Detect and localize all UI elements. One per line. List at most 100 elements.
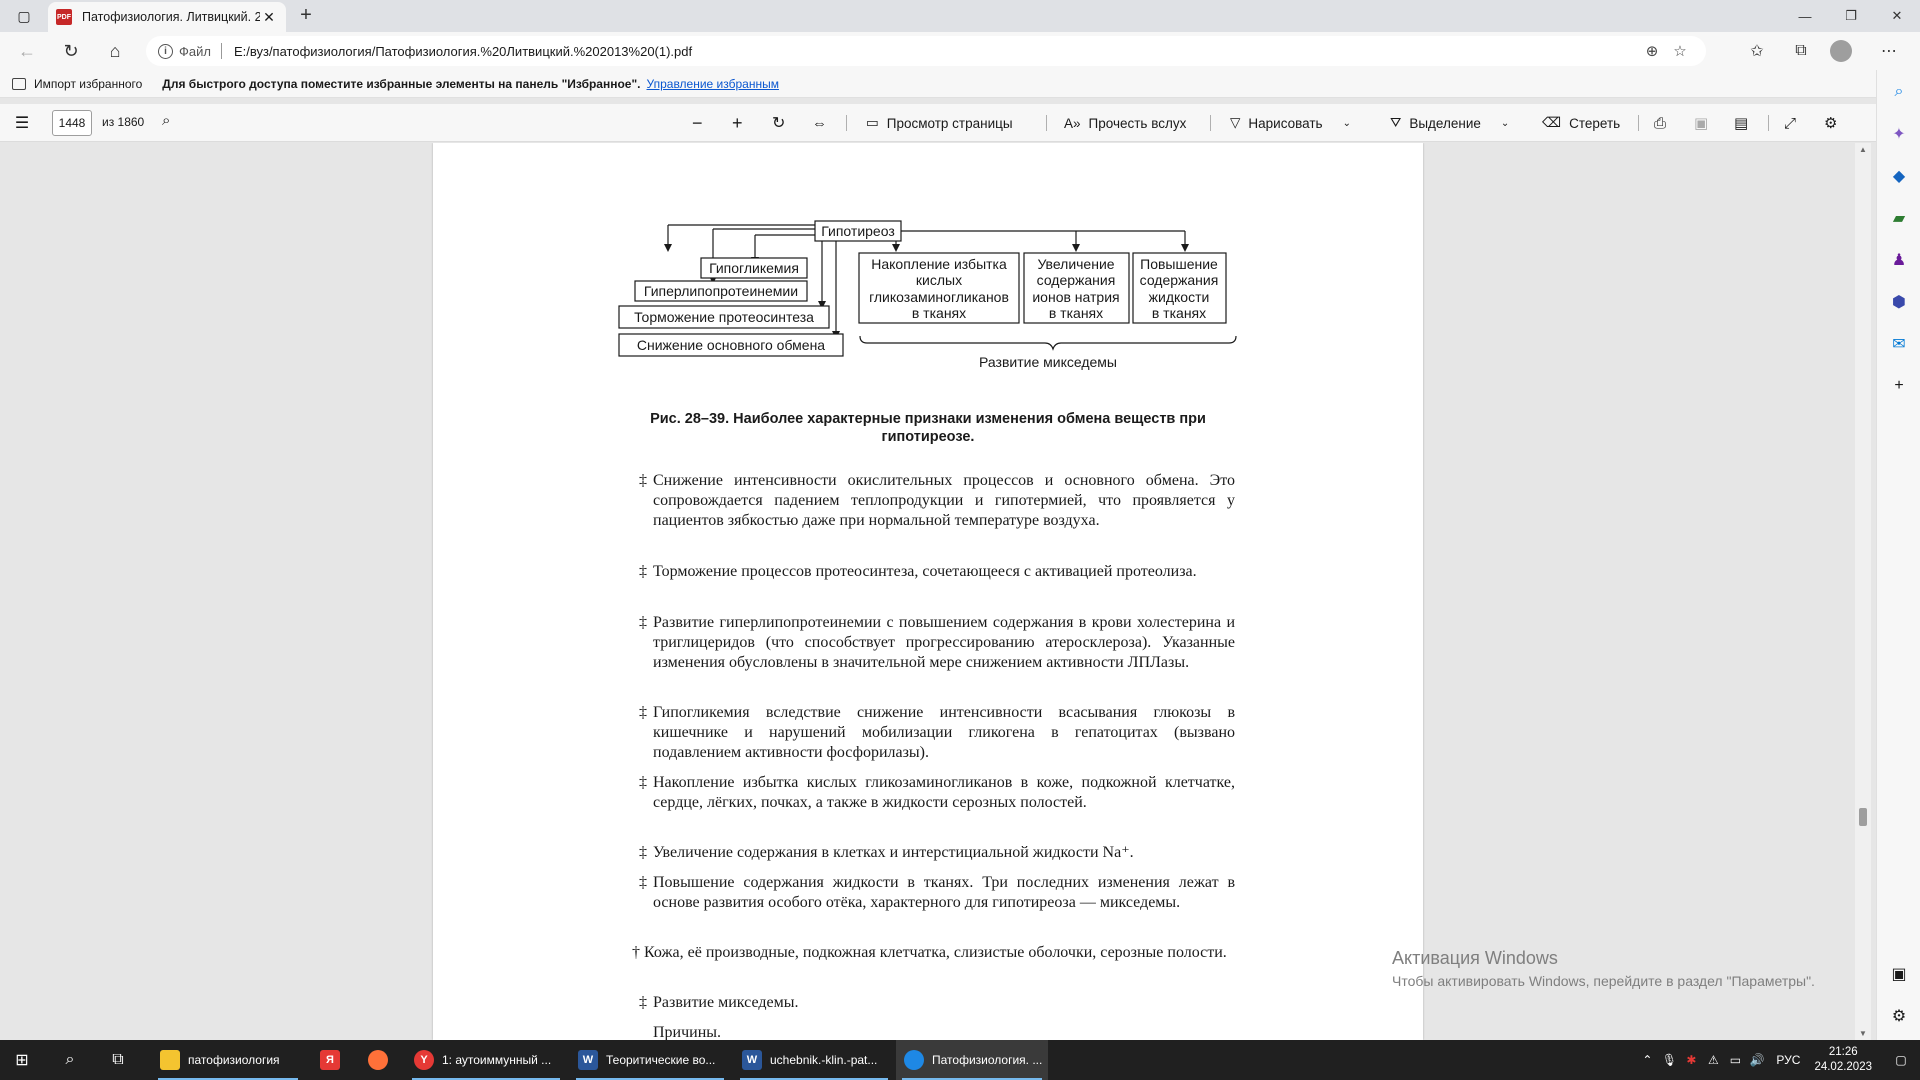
list-item: ‡ Увеличение содержания в клетках и интер…	[639, 844, 1134, 861]
info-icon[interactable]: i	[158, 43, 173, 59]
taskbar-clock[interactable]: 21:26 24.02.2023	[1814, 1045, 1872, 1075]
copilot-icon[interactable]: ✦	[1887, 122, 1911, 146]
diagram-brace-label: Развитие микседемы	[979, 354, 1117, 370]
zoom-out-icon[interactable]: −	[692, 110, 703, 136]
taskbar-app-explorer[interactable]: патофизиология	[152, 1040, 304, 1080]
antivirus-icon[interactable]: ✱	[1680, 1053, 1702, 1067]
import-favorites-link[interactable]: Импорт избранного	[34, 77, 142, 91]
page-number-input[interactable]: 1448	[52, 110, 92, 136]
tab-close-icon[interactable]: ✕	[260, 9, 278, 26]
more-menu-icon[interactable]: ⋯	[1874, 37, 1904, 65]
taskbar-app-edge[interactable]: Патофизиология. ...	[896, 1040, 1048, 1080]
microphone-icon[interactable]: 🎙	[1658, 1053, 1680, 1067]
scroll-down-icon[interactable]: ▼	[1859, 1029, 1867, 1038]
draw-icon: ▽	[1230, 115, 1241, 130]
profile-avatar[interactable]	[1830, 40, 1852, 62]
search-icon[interactable]: ⌕	[1887, 80, 1911, 104]
new-tab-button[interactable]: +	[292, 4, 320, 28]
caption-line: Рис. 28–39. Наиболее характерные признак…	[650, 411, 1206, 427]
network-warning-icon[interactable]: ⚠	[1702, 1053, 1724, 1067]
rotate-icon[interactable]: ↻	[772, 110, 785, 136]
taskbar-app-word-2[interactable]: W uchebnik.-klin.-pat...	[734, 1040, 894, 1080]
minimize-icon[interactable]: —	[1782, 0, 1828, 32]
read-aloud-icon: A»	[1064, 115, 1081, 131]
settings-gear-icon[interactable]: ⚙	[1824, 110, 1837, 136]
yandex-icon: Y	[414, 1050, 434, 1070]
scroll-up-icon[interactable]: ▲	[1859, 145, 1867, 154]
chevron-down-icon[interactable]: ⌄	[1501, 118, 1509, 129]
page-view-button[interactable]: ▭ Просмотр страницы	[866, 110, 1013, 136]
list-item: ‡ Повышение содержания жидкости в тканях.…	[639, 874, 1235, 911]
url-omnibox[interactable]: i Файл E:/вуз/патофизиология/Патофизиоло…	[146, 36, 1706, 66]
display-icon[interactable]: ▭	[1724, 1053, 1746, 1067]
collections-icon[interactable]: ⧉	[1786, 37, 1816, 65]
taskbar-app-firefox[interactable]	[360, 1040, 400, 1080]
diagram-left-item: Снижение основного обмена	[637, 337, 825, 353]
save-as-icon[interactable]: ▤	[1734, 110, 1748, 136]
back-arrow-icon[interactable]: ←	[12, 37, 42, 65]
tab-active[interactable]: PDF Патофизиология. Литвицкий. 2013 (1).…	[48, 2, 286, 32]
manage-favorites-link[interactable]: Управление избранным	[647, 77, 779, 91]
input-language[interactable]: РУС	[1776, 1053, 1800, 1067]
fullscreen-icon[interactable]: ⤢	[1784, 110, 1796, 136]
zoom-icon[interactable]: ⊕	[1638, 42, 1666, 60]
sidebar-settings-icon[interactable]: ⚙	[1887, 1004, 1911, 1028]
taskbar-app-word-1[interactable]: W Теоритические во...	[570, 1040, 730, 1080]
table-of-contents-icon[interactable]: ☰	[12, 113, 32, 133]
favorites-icon[interactable]: ✩	[1742, 37, 1772, 65]
pdf-viewer: Гипотиреоз Гипогликемия Гиперлипопротеин…	[0, 143, 1876, 1040]
print-icon[interactable]: ⎙	[1654, 110, 1666, 136]
save-icon[interactable]: ▣	[1694, 110, 1708, 136]
read-aloud-button[interactable]: A» Прочесть вслух	[1064, 110, 1186, 136]
caption-line: гипотиреозе.	[881, 429, 975, 445]
taskbar-app-label: uchebnik.-klin.-pat...	[770, 1053, 878, 1067]
list-item: ‡ Снижение интенсивности окислительных пр…	[639, 472, 1235, 529]
outlook-icon[interactable]: ✉	[1887, 332, 1911, 356]
taskbar-app-yandex[interactable]: Я	[312, 1040, 352, 1080]
word-icon: W	[742, 1050, 762, 1070]
sidebar-layout-icon[interactable]: ▣	[1887, 962, 1911, 986]
scrollbar-thumb[interactable]	[1859, 808, 1867, 826]
add-sidebar-app-icon[interactable]: +	[1887, 374, 1911, 398]
chevron-down-icon[interactable]: ⌄	[1343, 118, 1351, 129]
fit-page-icon[interactable]: ⇔	[812, 110, 827, 136]
diagram-box-line: Увеличение	[1037, 256, 1114, 272]
omnibox-divider	[220, 43, 222, 59]
diagram-box-line: гликозаминогликанов	[869, 289, 1009, 305]
list-item: ‡ Торможение процессов протеосинтеза, соч…	[639, 563, 1197, 580]
tools-icon[interactable]: ▰	[1887, 206, 1911, 230]
task-view-icon[interactable]: ⧉	[106, 1048, 130, 1072]
import-favorites-icon[interactable]	[12, 77, 26, 90]
url-text[interactable]: E:/вуз/патофизиология/Патофизиология.%20…	[234, 44, 1638, 59]
draw-button[interactable]: ▽ Нарисовать ⌄	[1230, 110, 1351, 136]
toolbar-divider	[1768, 115, 1769, 131]
search-icon[interactable]: ⌕	[58, 1048, 82, 1072]
office-icon[interactable]: ⬢	[1887, 290, 1911, 314]
restore-icon[interactable]: ❐	[1828, 0, 1874, 32]
highlight-button[interactable]: ⛛ Выделение ⌄	[1390, 110, 1509, 136]
shopping-tag-icon[interactable]: ◆	[1887, 164, 1911, 188]
tab-actions-icon[interactable]: ▢	[10, 4, 38, 28]
games-icon[interactable]: ♟	[1887, 248, 1911, 272]
list-item: ‡ Накопление избытка кислых гликозаминогл…	[639, 774, 1235, 811]
taskbar-app-yandex-window[interactable]: Y 1: аутоиммунный ...	[406, 1040, 566, 1080]
address-bar: ← ↻ ⌂ i Файл E:/вуз/патофизиология/Патоф…	[0, 32, 1920, 70]
folder-icon	[160, 1050, 180, 1070]
refresh-icon[interactable]: ↻	[56, 37, 86, 65]
search-icon[interactable]: ⌕	[162, 112, 170, 129]
erase-button[interactable]: ⌫ Стереть	[1542, 110, 1620, 136]
home-icon[interactable]: ⌂	[100, 37, 130, 65]
hypothyroidism-diagram: Гипотиреоз Гипогликемия Гиперлипопротеин…	[618, 220, 1237, 370]
figure-caption: Рис. 28–39. Наиболее характерные признак…	[628, 410, 1228, 446]
taskbar-app-label: 1: аутоиммунный ...	[442, 1053, 552, 1067]
draw-label: Нарисовать	[1248, 115, 1323, 131]
vertical-scrollbar[interactable]: ▲ ▼	[1855, 143, 1871, 1040]
zoom-in-icon[interactable]: +	[732, 110, 743, 136]
volume-icon[interactable]: 🔊	[1746, 1053, 1768, 1067]
add-favorite-icon[interactable]: ☆	[1666, 42, 1694, 60]
chevron-up-icon[interactable]: ⌃	[1636, 1053, 1658, 1067]
close-window-icon[interactable]: ✕	[1874, 0, 1920, 32]
windows-start-icon[interactable]: ⊞	[10, 1048, 34, 1072]
tab-strip: ▢ PDF Патофизиология. Литвицкий. 2013 (1…	[0, 0, 1920, 32]
notifications-icon[interactable]: ▢	[1890, 1053, 1912, 1067]
